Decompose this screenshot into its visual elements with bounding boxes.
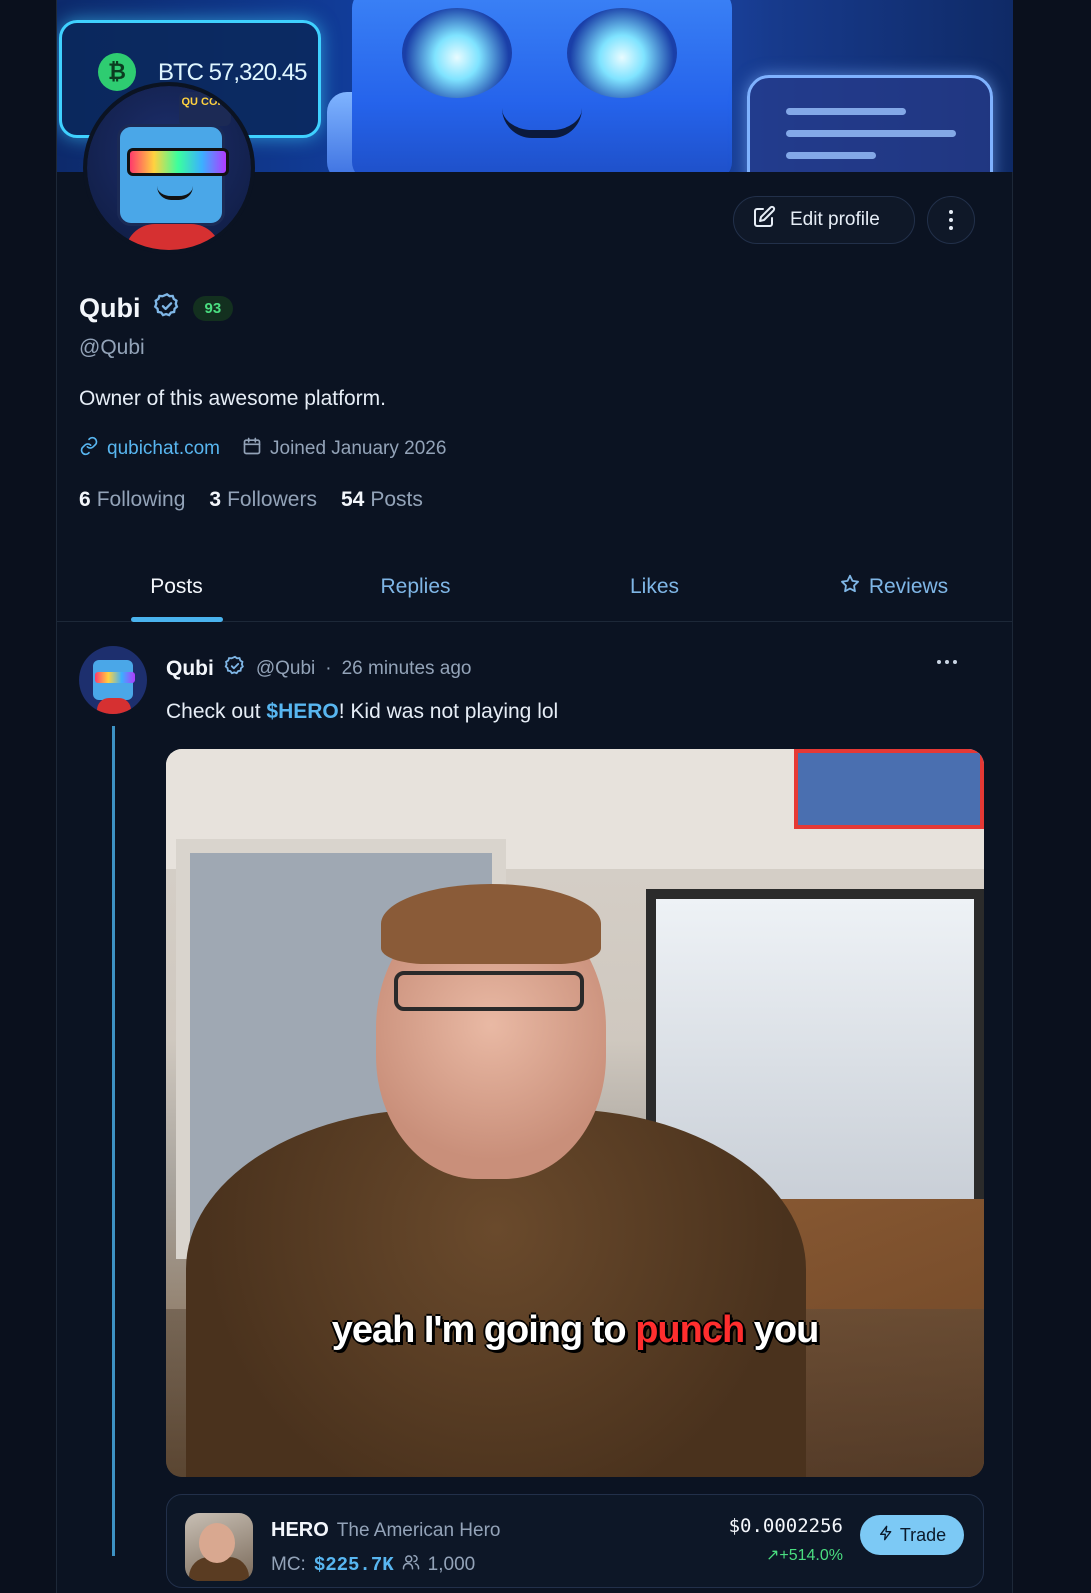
bitcoin-icon: ₿ [98, 53, 136, 91]
profile-avatar[interactable]: QU COIN [83, 82, 255, 254]
tab-reviews[interactable]: Reviews [774, 552, 1013, 621]
token-card[interactable]: HERO The American Hero MC: $225.7K 1,000 … [166, 1494, 984, 1588]
token-thumbnail [185, 1513, 253, 1581]
edit-profile-label: Edit profile [790, 209, 880, 230]
post-more-icon[interactable] [937, 660, 957, 664]
profile-handle: @Qubi [79, 336, 145, 359]
posts-stat: 54 Posts [340, 488, 423, 511]
followers-stat[interactable]: 3 Followers [209, 488, 317, 512]
join-date: Joined January 2026 [242, 436, 446, 462]
verified-icon [153, 292, 181, 325]
avatar-glasses [127, 148, 229, 176]
profile-stats: 6 Following 3 Followers 54 Posts [79, 488, 423, 512]
verified-icon [224, 655, 246, 683]
avatar-cap: QU COIN [179, 92, 231, 126]
phone-line [786, 108, 906, 115]
edit-icon [752, 205, 776, 235]
joined-label: Joined January 2026 [270, 438, 447, 459]
profile-name: Qubi [79, 293, 141, 323]
lightning-icon [878, 1525, 894, 1546]
post-avatar-glasses [95, 672, 135, 683]
cashtag-link[interactable]: $HERO [266, 700, 338, 723]
tab-posts[interactable]: Posts [57, 552, 296, 622]
post-timestamp: 26 minutes ago [341, 658, 472, 679]
thumb-head [199, 1523, 235, 1563]
more-options-button[interactable] [927, 196, 975, 244]
website-link[interactable]: qubichat.com [79, 436, 220, 462]
link-icon [79, 436, 99, 462]
tab-likes[interactable]: Likes [535, 552, 774, 621]
token-full-name: The American Hero [336, 1520, 501, 1541]
profile-name-row: Qubi 93 [79, 292, 234, 325]
following-stat[interactable]: 6 Following [79, 488, 185, 512]
phone-illustration [747, 75, 993, 172]
website-url[interactable]: qubichat.com [107, 438, 220, 460]
users-icon [402, 1553, 420, 1577]
token-name: HERO The American Hero [271, 1519, 501, 1541]
star-icon [839, 573, 861, 601]
trend-up-icon: ↗ [765, 1547, 780, 1564]
video-caption: yeah I'm going to punch you [331, 1309, 820, 1351]
phone-line [786, 130, 956, 137]
post-text: Check out $HERO! Kid was not playing lol [166, 700, 559, 723]
post-author-avatar[interactable] [79, 646, 147, 714]
robot-eye-right [567, 8, 677, 98]
post-header: Qubi @Qubi · 26 minutes ago [166, 655, 472, 683]
edit-profile-button[interactable]: Edit profile [733, 196, 915, 244]
token-price: $0.0002256 [728, 1515, 843, 1537]
post-author-handle[interactable]: @Qubi [256, 658, 315, 680]
token-change: ↗+514.0% [765, 1547, 843, 1564]
score-badge: 93 [192, 296, 234, 321]
person-hair [381, 884, 601, 964]
avatar-shirt [125, 224, 221, 250]
phone-line [786, 152, 876, 159]
profile-column: ₿ BTC 57,320.45 + QU COIN [56, 0, 1013, 1593]
robot-mouth [502, 108, 582, 138]
calendar-icon [242, 436, 262, 462]
post-video[interactable]: yeah I'm going to punch you [166, 749, 984, 1477]
person-glasses [394, 971, 584, 1011]
robot-eye-left [402, 8, 512, 98]
trade-button[interactable]: Trade [860, 1515, 964, 1555]
thread-line [112, 726, 115, 1556]
profile-tabs: Posts Replies Likes Reviews [57, 552, 1013, 622]
token-market-cap: MC: $225.7K 1,000 [271, 1553, 476, 1577]
more-vertical-icon [949, 210, 953, 230]
tab-replies[interactable]: Replies [296, 552, 535, 621]
post-avatar-shirt [97, 698, 131, 714]
page: ₿ BTC 57,320.45 + QU COIN [0, 0, 1091, 1593]
profile-bio: Owner of this awesome platform. [79, 387, 386, 410]
post-author-name[interactable]: Qubi [166, 657, 214, 681]
robot-mascot [352, 0, 732, 172]
post-separator: · [325, 658, 332, 679]
holders-count: 1,000 [427, 1554, 476, 1575]
profile-meta: qubichat.com Joined January 2026 [79, 436, 446, 462]
scene-sign [794, 749, 984, 829]
